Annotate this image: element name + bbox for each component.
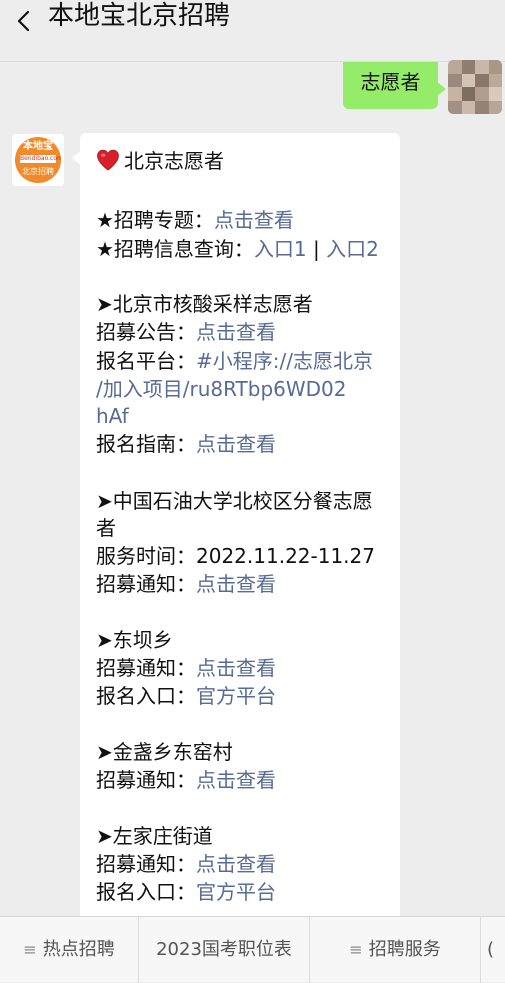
menu-lines-icon: ≡: [23, 940, 37, 959]
guide-row: 报名指南：点击查看: [96, 432, 276, 456]
notice-link[interactable]: 点击查看: [196, 572, 276, 596]
section-heading: ➤金盏乡东窑村: [96, 740, 233, 764]
miniprogram-link-end[interactable]: hAf: [96, 402, 129, 430]
back-chevron-icon[interactable]: [10, 6, 40, 36]
section-heading: ➤中国石油大学北校区分餐志愿: [96, 489, 373, 513]
notice-row: 招募通知：点击查看: [96, 852, 276, 876]
service-time-row: 服务时间：2022.11.22-11.27: [96, 544, 375, 568]
official-account-avatar[interactable]: 本地宝 Bendibao.com 北京招聘: [12, 134, 64, 186]
notice-link[interactable]: 点击查看: [196, 320, 276, 344]
section-heading: ➤北京市核酸采样志愿者: [96, 292, 313, 316]
bendibao-logo: 本地宝 Bendibao.com 北京招聘: [15, 137, 61, 183]
notice-row: 招募通知：点击查看: [96, 572, 276, 596]
official-platform-link[interactable]: 官方平台: [196, 880, 276, 904]
topic-row: ★招聘专题：点击查看: [96, 208, 294, 232]
miniprogram-link-continued[interactable]: /加入项目/ru8RTbp6WD02: [96, 375, 347, 403]
guide-link[interactable]: 点击查看: [196, 432, 276, 456]
topic-link[interactable]: 点击查看: [214, 208, 294, 232]
section-heading-continued: 者: [96, 516, 116, 540]
notice-link[interactable]: 点击查看: [196, 656, 276, 680]
notice-link[interactable]: 点击查看: [196, 768, 276, 792]
menu-hot-jobs[interactable]: ≡ 热点招聘: [0, 917, 138, 983]
entry2-link[interactable]: 入口2: [326, 237, 379, 261]
user-message-bubble: 志愿者: [343, 62, 446, 109]
page-title: 本地宝北京招聘: [48, 1, 231, 31]
notice-row: 招募通知：点击查看: [96, 656, 276, 680]
notice-row: 招募通知：点击查看: [96, 768, 276, 792]
heart-icon: [97, 149, 119, 171]
miniprogram-link[interactable]: #小程序://志愿北京: [196, 349, 373, 373]
entry1-link[interactable]: 入口1: [254, 237, 307, 261]
entry-row: 报名入口：官方平台: [96, 684, 276, 708]
bottom-menu-bar: ≡ 热点招聘 2023国考职位表 ≡ 招聘服务 (: [0, 916, 505, 983]
section-heading: ➤左家庄街道: [96, 824, 213, 848]
menu-lines-icon: ≡: [349, 940, 363, 959]
top-bar: 本地宝北京招聘: [0, 0, 505, 62]
section-heading: ➤东坝乡: [96, 628, 173, 652]
notice-row: 招募公告：点击查看: [96, 320, 276, 344]
info-query-row: ★招聘信息查询：入口1 | 入口2: [96, 237, 379, 261]
entry-row: 报名入口：官方平台: [96, 880, 276, 904]
message-title: 北京志愿者: [96, 147, 224, 175]
official-platform-link[interactable]: 官方平台: [196, 684, 276, 708]
user-avatar[interactable]: [448, 60, 502, 114]
platform-row: 报名平台：#小程序://志愿北京: [96, 349, 373, 373]
menu-more[interactable]: (: [481, 917, 505, 983]
menu-exam-positions[interactable]: 2023国考职位表: [139, 917, 309, 983]
menu-recruit-services[interactable]: ≡ 招聘服务: [310, 917, 480, 983]
notice-link[interactable]: 点击查看: [196, 852, 276, 876]
